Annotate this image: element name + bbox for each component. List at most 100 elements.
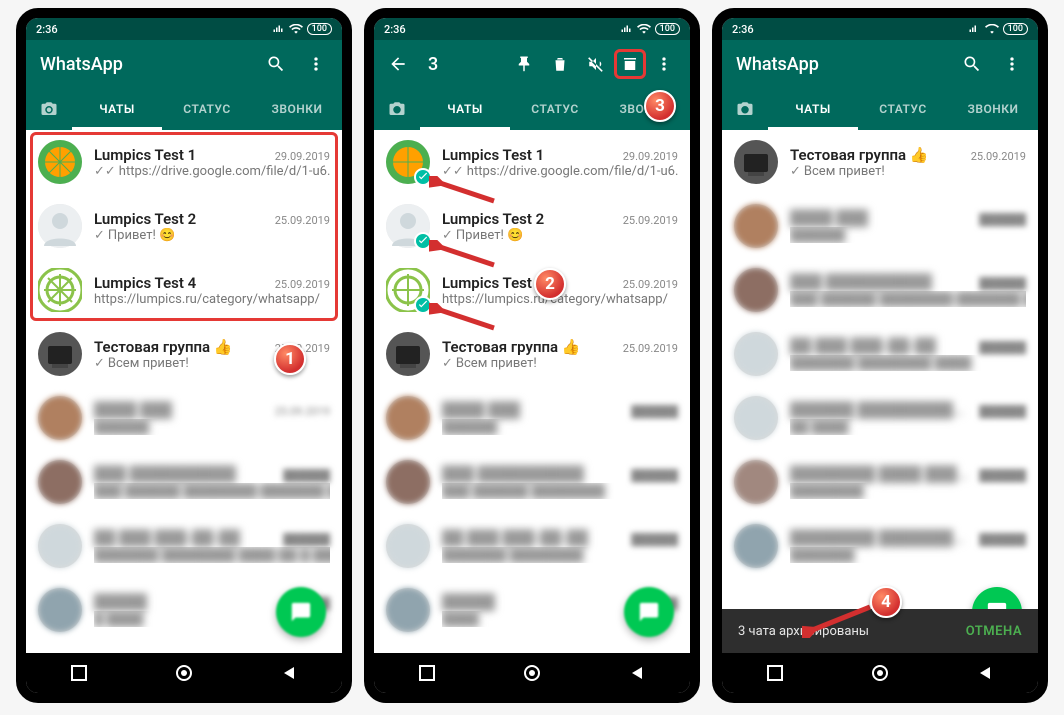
menu-icon[interactable]: [646, 46, 682, 82]
search-icon[interactable]: [258, 46, 294, 82]
status-icons: 100: [273, 23, 332, 35]
tab-chats[interactable]: ЧАТЫ: [768, 88, 858, 130]
camera-tab-icon[interactable]: [722, 88, 768, 130]
chat-name: Lumpics Test 4: [442, 274, 544, 292]
chat-name: Lumpics Test 1: [442, 146, 544, 164]
avatar[interactable]: [386, 268, 430, 312]
nav-home-icon[interactable]: [855, 664, 905, 682]
read-ticks-icon: ✓✓: [94, 164, 116, 179]
chat-row[interactable]: ████ ███25.09.2019██████: [26, 386, 342, 450]
chat-row[interactable]: Lumpics Test 129.09.2019 ✓✓https://drive…: [26, 130, 342, 194]
tab-status[interactable]: СТАТУС: [162, 88, 252, 130]
tab-calls[interactable]: ЗВОНКИ: [252, 88, 342, 130]
chat-row[interactable]: Тестовая группа 👍25.09.2019 ✓Всем привет…: [722, 130, 1038, 194]
snackbar-action[interactable]: ОТМЕНА: [966, 624, 1022, 639]
nav-recent-icon[interactable]: [402, 665, 452, 681]
chat-row[interactable]: ███ ███████████████████ ██████ ████████ …: [722, 258, 1038, 322]
chat-row[interactable]: ██ ███ ███-██-███████████████ ████████ █…: [722, 322, 1038, 386]
selection-app-bar: 3: [374, 40, 690, 88]
selected-check-icon: [414, 232, 432, 250]
chat-preview: https://lumpics.ru/category/whatsapp/: [94, 292, 320, 307]
chat-date: 29.09.2019: [623, 150, 678, 163]
avatar: [386, 460, 430, 504]
avatar[interactable]: [734, 140, 778, 184]
tab-chats[interactable]: ЧАТЫ: [72, 88, 162, 130]
avatar: [38, 524, 82, 568]
read-ticks-icon: ✓✓: [442, 164, 464, 179]
chat-name: Тестовая группа 👍: [442, 338, 580, 356]
nav-recent-icon[interactable]: [54, 665, 104, 681]
nav-recent-icon[interactable]: [750, 665, 800, 681]
camera-tab-icon[interactable]: [374, 88, 420, 130]
avatar[interactable]: [38, 140, 82, 184]
battery-level: 100: [655, 23, 680, 35]
avatar: [734, 204, 778, 248]
nav-back-icon[interactable]: [612, 665, 662, 681]
avatar[interactable]: [386, 140, 430, 184]
avatar: [734, 268, 778, 312]
delete-icon[interactable]: [542, 46, 578, 82]
tab-chats[interactable]: ЧАТЫ: [420, 88, 510, 130]
avatar: [734, 460, 778, 504]
camera-tab-icon[interactable]: [26, 88, 72, 130]
chat-row[interactable]: ███ ███████████████████ ██████ ████████: [374, 450, 690, 514]
avatar: [734, 332, 778, 376]
chat-row[interactable]: Lumpics Test 225.09.2019 ✓Привет! 😊: [26, 194, 342, 258]
tab-status[interactable]: СТАТУС: [858, 88, 948, 130]
chat-row[interactable]: Lumpics Test 425.09.2019 https://lumpics…: [26, 258, 342, 322]
chat-row-selected[interactable]: Lumpics Test 129.09.2019 ✓✓https://drive…: [374, 130, 690, 194]
nav-back-icon[interactable]: [264, 665, 314, 681]
chat-name: Lumpics Test 1: [94, 146, 196, 164]
status-time: 2:36: [36, 23, 58, 36]
tab-calls[interactable]: ЗВОНКИ: [948, 88, 1038, 130]
snackbar-text: 3 чата архивированы: [738, 624, 869, 639]
avatar: [386, 524, 430, 568]
nav-home-icon[interactable]: [159, 664, 209, 682]
avatar[interactable]: [386, 332, 430, 376]
new-chat-fab[interactable]: [624, 587, 674, 637]
chat-row[interactable]: ██ ███ ███-██-███████████████ ████████: [374, 514, 690, 578]
chat-row-selected[interactable]: Lumpics Test 225.09.2019 ✓Привет! 😊: [374, 194, 690, 258]
avatar[interactable]: [38, 268, 82, 312]
avatar: [734, 524, 778, 568]
chat-row[interactable]: ███ ███████████████████ ██████ ████████ …: [26, 450, 342, 514]
selected-check-icon: [414, 296, 432, 314]
back-icon[interactable]: [380, 46, 416, 82]
avatar[interactable]: [38, 204, 82, 248]
menu-icon[interactable]: [994, 46, 1030, 82]
new-chat-fab[interactable]: [276, 587, 326, 637]
pin-icon[interactable]: [506, 46, 542, 82]
avatar: [734, 396, 778, 440]
status-icons: 100: [969, 23, 1028, 35]
tab-status[interactable]: СТАТУС: [510, 88, 600, 130]
chat-date: 25.09.2019: [275, 214, 330, 227]
phone-screenshot-2: 2:36 100 3 ЧАТЫ СТАТУС ЗВОНКИ: [364, 8, 700, 703]
chat-row[interactable]: ████████ ██████████████████████: [722, 514, 1038, 578]
status-bar: 2:36 100: [374, 18, 690, 40]
chat-date: 25.09.2019: [971, 150, 1026, 163]
chat-row[interactable]: ████ ███████████████: [374, 386, 690, 450]
android-nav-bar: [374, 653, 690, 693]
avatar[interactable]: [386, 204, 430, 248]
nav-back-icon[interactable]: [960, 665, 1010, 681]
nav-home-icon[interactable]: [507, 664, 557, 682]
menu-icon[interactable]: [298, 46, 334, 82]
app-title: WhatsApp: [40, 54, 123, 75]
avatar[interactable]: [38, 332, 82, 376]
chat-row[interactable]: ██████ ███████████████████ ████: [722, 386, 1038, 450]
chat-name: Lumpics Test 4: [94, 274, 196, 292]
chat-row[interactable]: ████████ ████ ██████████████████████: [722, 450, 1038, 514]
archive-icon[interactable]: [614, 49, 646, 79]
chat-row[interactable]: Тестовая группа 👍25.09.2019 ✓Всем привет…: [374, 322, 690, 386]
avatar: [38, 460, 82, 504]
mute-icon[interactable]: [578, 46, 614, 82]
battery-level: 100: [307, 23, 332, 35]
status-time: 2:36: [384, 23, 406, 36]
search-icon[interactable]: [954, 46, 990, 82]
chat-name: Lumpics Test 2: [442, 210, 544, 228]
chat-row[interactable]: ██ ███ ███-██-███████████████ ████████ █…: [26, 514, 342, 578]
status-time: 2:36: [732, 23, 754, 36]
chat-row-selected[interactable]: Lumpics Test 425.09.2019 https://lumpics…: [374, 258, 690, 322]
status-icons: 100: [621, 23, 680, 35]
chat-row[interactable]: ████ ███████████████: [722, 194, 1038, 258]
